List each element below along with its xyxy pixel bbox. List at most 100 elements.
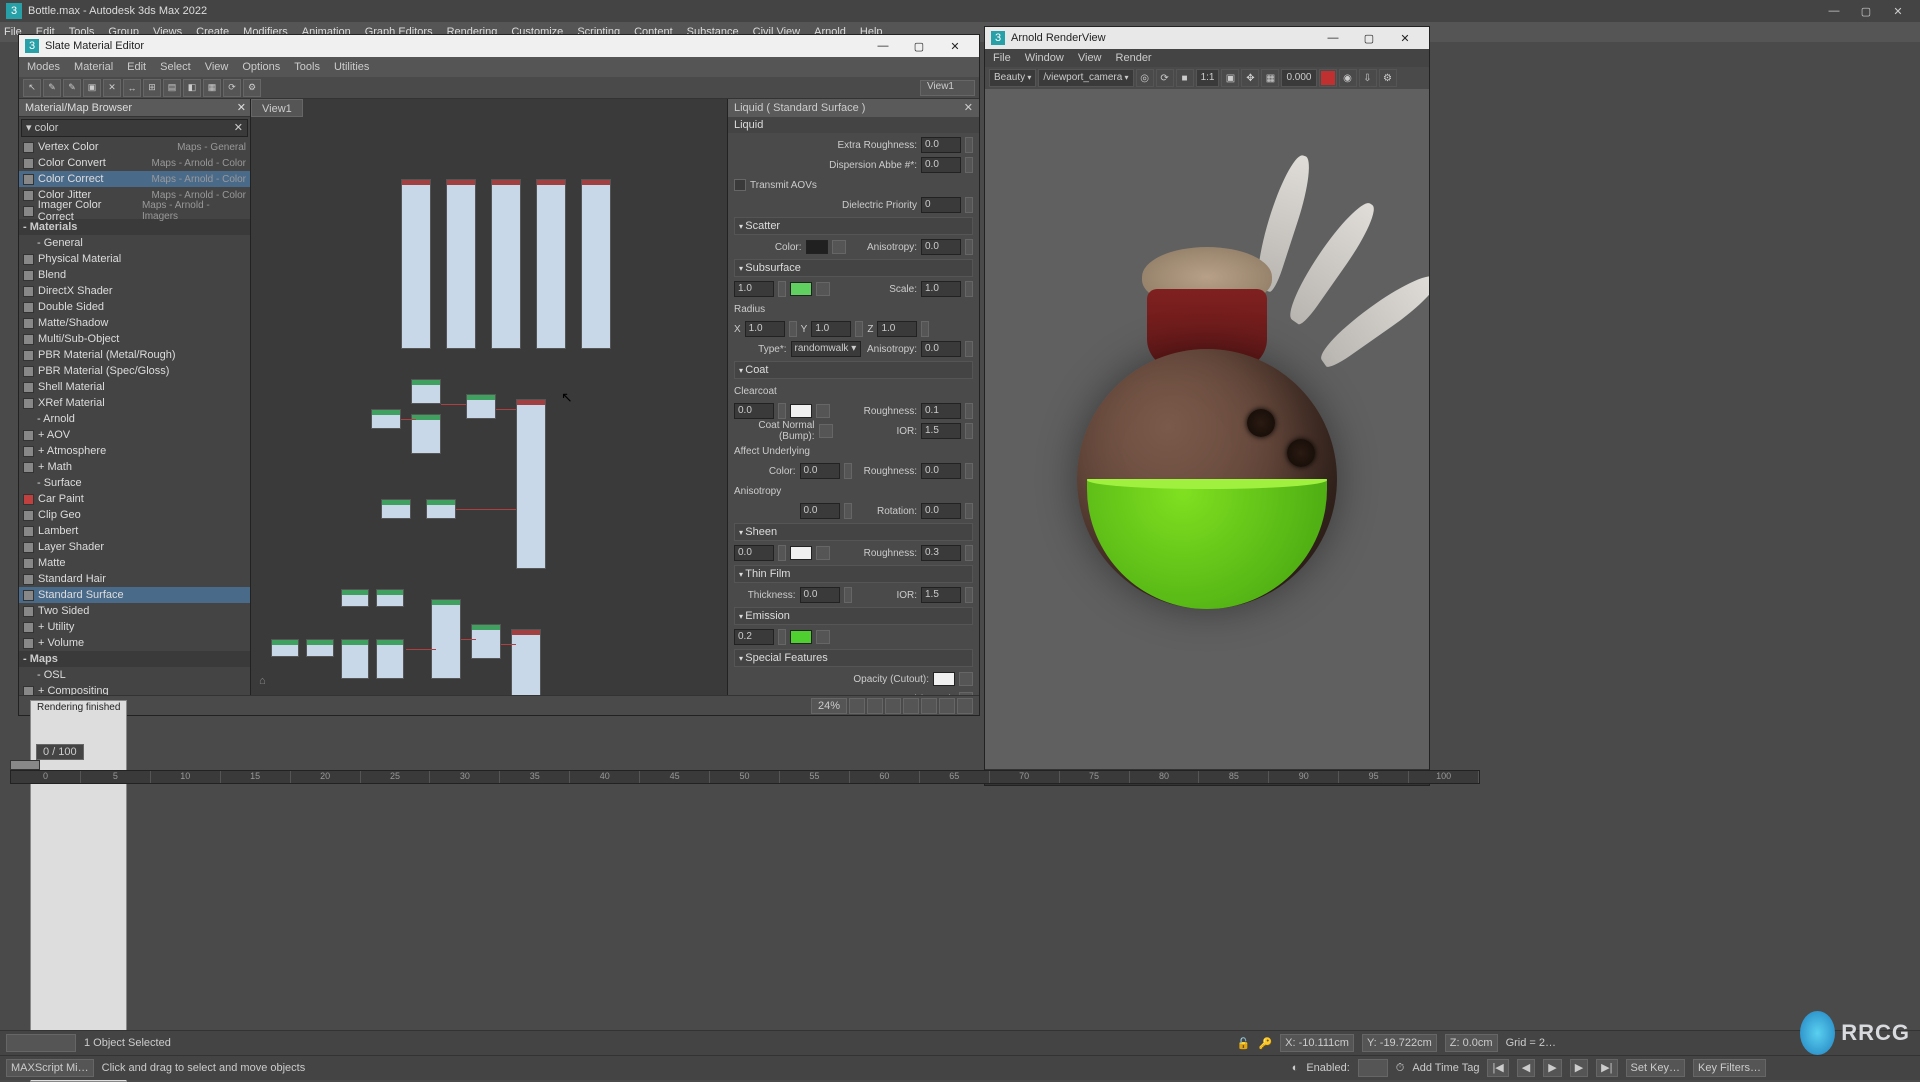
graph-node[interactable] <box>536 179 566 349</box>
browser-item[interactable]: - OSL <box>19 667 250 683</box>
key-icon[interactable]: 🔑 <box>1258 1037 1272 1050</box>
set-key-button[interactable]: Set Key… <box>1626 1059 1686 1077</box>
graph-node[interactable] <box>516 399 546 569</box>
graph-node[interactable] <box>371 409 401 429</box>
browser-item[interactable]: - General <box>19 235 250 251</box>
crop-icon[interactable]: ✥ <box>1241 69 1259 87</box>
playback-play[interactable]: ▶ <box>1543 1059 1561 1077</box>
playback-start[interactable]: |◀ <box>1487 1059 1508 1077</box>
refresh-icon[interactable]: ⟳ <box>223 79 241 97</box>
view-tab[interactable]: View1 <box>251 99 303 117</box>
slate-close-button[interactable]: ✕ <box>937 40 973 53</box>
param-section[interactable]: Sheen <box>734 523 973 541</box>
slate-menu-select[interactable]: Select <box>160 61 191 73</box>
browser-item[interactable]: Color ConvertMaps - Arnold - Color <box>19 155 250 171</box>
browser-item[interactable]: Vertex ColorMaps - General <box>19 139 250 155</box>
browser-item[interactable]: Matte <box>19 555 250 571</box>
browser-item[interactable]: Standard Surface <box>19 587 250 603</box>
aov-dropdown[interactable]: Beauty <box>989 69 1036 87</box>
settings-icon[interactable]: ⚙ <box>243 79 261 97</box>
browser-search-input[interactable]: ▾ color ✕ <box>21 119 248 137</box>
coord-x[interactable]: X: -10.111cm <box>1280 1034 1354 1052</box>
assign-icon[interactable]: ▣ <box>83 79 101 97</box>
node-graph-canvas[interactable]: View1 <box>251 99 727 695</box>
graph-node[interactable] <box>431 599 461 679</box>
options-icon[interactable] <box>939 698 955 714</box>
browser-item[interactable]: Car Paint <box>19 491 250 507</box>
browser-item[interactable]: Shell Material <box>19 379 250 395</box>
refresh-icon[interactable]: ⟳ <box>1156 69 1174 87</box>
isolate-icon[interactable]: ▦ <box>1261 69 1279 87</box>
coord-z[interactable]: Z: 0.0cm <box>1445 1034 1498 1052</box>
browser-item[interactable]: XRef Material <box>19 395 250 411</box>
view-dropdown[interactable]: View1 <box>920 80 975 96</box>
graph-node[interactable] <box>271 639 299 657</box>
browser-item[interactable]: + Compositing <box>19 683 250 695</box>
ratio-display[interactable]: 1:1 <box>1196 69 1220 87</box>
browser-item[interactable]: + Math <box>19 459 250 475</box>
extend-icon[interactable] <box>957 698 973 714</box>
graph-node[interactable] <box>491 179 521 349</box>
graph-node[interactable] <box>341 639 369 679</box>
arnold-viewport[interactable] <box>985 89 1429 769</box>
graph-node[interactable] <box>376 589 404 607</box>
save-icon[interactable]: ⇩ <box>1359 69 1377 87</box>
slate-menu-view[interactable]: View <box>205 61 229 73</box>
autokey-toggle[interactable]: ◐ <box>1292 1062 1299 1074</box>
grid-icon[interactable]: ▦ <box>203 79 221 97</box>
param-section[interactable]: Special Features <box>734 649 973 667</box>
slate-menu-material[interactable]: Material <box>74 61 113 73</box>
browser-list[interactable]: Vertex ColorMaps - GeneralColor ConvertM… <box>19 139 250 695</box>
camera-dropdown[interactable]: /viewport_camera <box>1038 69 1133 87</box>
brush-icon[interactable]: ✎ <box>43 79 61 97</box>
zoom-icon[interactable] <box>849 698 865 714</box>
graph-node[interactable] <box>471 624 501 659</box>
browser-item[interactable]: Matte/Shadow <box>19 315 250 331</box>
browser-item[interactable]: - Arnold <box>19 411 250 427</box>
browser-item[interactable]: + Utility <box>19 619 250 635</box>
playback-next[interactable]: ▶ <box>1570 1059 1588 1077</box>
arnold-menu-window[interactable]: Window <box>1025 52 1064 64</box>
browser-item[interactable]: + AOV <box>19 427 250 443</box>
browser-item[interactable]: + Atmosphere <box>19 443 250 459</box>
slate-maximize-button[interactable]: ▢ <box>901 40 937 53</box>
arnold-menu-file[interactable]: File <box>993 52 1011 64</box>
lock-icon[interactable]: 🔓 <box>1237 1037 1251 1050</box>
pointer-icon[interactable]: ↖ <box>23 79 41 97</box>
param-section[interactable]: Emission <box>734 607 973 625</box>
browser-item[interactable]: Multi/Sub-Object <box>19 331 250 347</box>
delete-icon[interactable]: ✕ <box>103 79 121 97</box>
gear-icon[interactable]: ⚙ <box>1379 69 1397 87</box>
slate-menu-edit[interactable]: Edit <box>127 61 146 73</box>
move-icon[interactable]: ↔ <box>123 79 141 97</box>
stop-icon[interactable]: ■ <box>1176 69 1194 87</box>
browser-item[interactable]: Color CorrectMaps - Arnold - Color <box>19 171 250 187</box>
navigator-icon[interactable]: ⌂ <box>259 675 266 687</box>
param-close-icon[interactable]: ✕ <box>964 99 973 117</box>
graph-node[interactable] <box>426 499 456 519</box>
browser-item[interactable]: Layer Shader <box>19 539 250 555</box>
timeline-ruler[interactable]: 0510152025303540455055606570758085909510… <box>10 770 1480 784</box>
pan-icon[interactable] <box>867 698 883 714</box>
graph-node[interactable] <box>341 589 369 607</box>
arnold-maximize-button[interactable]: ▢ <box>1351 32 1387 45</box>
graph-node[interactable] <box>381 499 411 519</box>
slate-menu-modes[interactable]: Modes <box>27 61 60 73</box>
browser-item[interactable]: Blend <box>19 267 250 283</box>
browser-item[interactable]: Two Sided <box>19 603 250 619</box>
graph-node[interactable] <box>411 379 441 404</box>
browser-item[interactable]: Standard Hair <box>19 571 250 587</box>
slate-menu-utilities[interactable]: Utilities <box>334 61 369 73</box>
browser-item[interactable]: PBR Material (Metal/Rough) <box>19 347 250 363</box>
browser-item[interactable]: - Surface <box>19 475 250 491</box>
param-section[interactable]: Coat <box>734 361 973 379</box>
coord-y[interactable]: Y: -19.722cm <box>1362 1034 1437 1052</box>
graph-node[interactable] <box>401 179 431 349</box>
zoom-display[interactable]: 24% <box>811 698 847 714</box>
browser-item[interactable]: + Volume <box>19 635 250 651</box>
playback-end[interactable]: ▶| <box>1596 1059 1617 1077</box>
search-clear-icon[interactable]: ✕ <box>234 120 243 136</box>
arnold-menu-render[interactable]: Render <box>1116 52 1152 64</box>
graph-node[interactable] <box>446 179 476 349</box>
slate-minimize-button[interactable]: — <box>865 40 901 52</box>
